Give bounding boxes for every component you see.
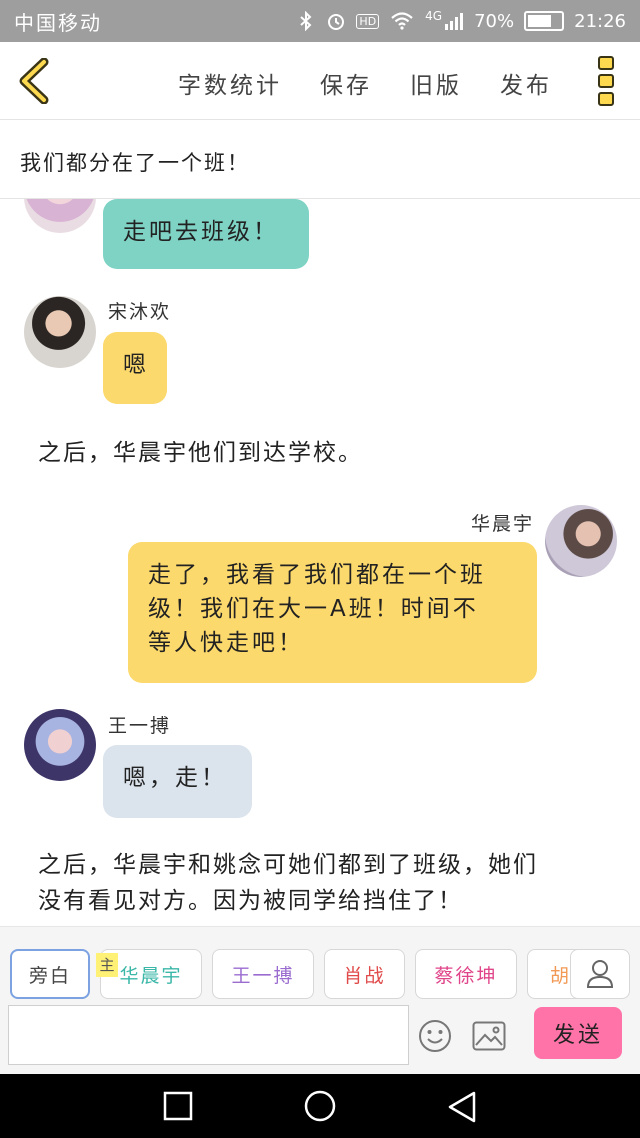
word-count-button[interactable]: 字数统计	[178, 66, 282, 100]
role-button[interactable]: 王一搏	[212, 949, 314, 999]
save-button[interactable]: 保存	[320, 66, 372, 100]
role-label: 王一搏	[231, 964, 295, 987]
narration-line: 之后，华晨宇和姚念可她们都到了班级，她们	[38, 852, 538, 878]
back-chevron-icon[interactable]	[16, 58, 56, 104]
bluetooth-icon	[300, 11, 312, 31]
publish-button[interactable]: 发布	[500, 66, 552, 100]
top-menu: 字数统计 保存 旧版 发布	[178, 66, 552, 100]
avatar[interactable]	[24, 296, 96, 368]
avatar[interactable]	[545, 505, 617, 577]
wifi-icon	[391, 12, 413, 30]
sender-name: 华晨宇	[471, 513, 535, 535]
nav-home-icon[interactable]	[303, 1090, 337, 1124]
sender-name: 王一搏	[108, 715, 172, 737]
nav-back-icon[interactable]	[446, 1090, 478, 1124]
send-button[interactable]: 发送	[534, 1007, 622, 1059]
compose-toolbar: 旁白 华晨宇 主 王一搏 肖战 蔡徐坤 胡 发送	[0, 926, 640, 1074]
role-narrator-button[interactable]: 旁白	[10, 949, 90, 999]
more-icon[interactable]	[598, 56, 618, 106]
role-label: 华晨宇	[119, 964, 183, 987]
alarm-icon	[328, 14, 345, 30]
message-line: 级！我们在大一A班！时间不	[148, 596, 479, 622]
narration-text[interactable]: 之后，华晨宇他们到达学校。	[38, 435, 363, 471]
carrier-label: 中国移动	[14, 10, 102, 35]
top-bar: 字数统计 保存 旧版 发布	[0, 42, 640, 120]
message-input[interactable]	[8, 1005, 409, 1065]
status-bar: 中国移动 HD 4G 70% 21:26	[0, 0, 640, 42]
message-line: 走了，我看了我们都在一个班	[148, 562, 486, 588]
emoji-icon[interactable]	[418, 1019, 452, 1053]
chapter-title[interactable]: 我们都分在了一个班！	[0, 121, 640, 199]
message-bubble[interactable]: 走了，我看了我们都在一个班 级！我们在大一A班！时间不 等人快走吧！	[128, 542, 537, 683]
role-label: 肖战	[343, 964, 386, 987]
role-button[interactable]: 蔡徐坤	[415, 949, 517, 999]
message-bubble[interactable]: 嗯，走！	[103, 745, 252, 818]
battery-icon	[524, 11, 565, 31]
role-label: 胡	[550, 964, 572, 987]
avatar[interactable]	[24, 709, 96, 781]
narration-text[interactable]: 之后，华晨宇和姚念可她们都到了班级，她们 没有看见对方。因为被同学给挡住了！	[38, 847, 538, 919]
battery-percent: 70%	[474, 10, 515, 32]
add-role-button[interactable]	[570, 949, 630, 999]
sender-name: 宋沐欢	[108, 301, 172, 323]
message-bubble[interactable]: 嗯	[103, 332, 167, 404]
clock: 21:26	[574, 10, 626, 32]
narration-line: 没有看见对方。因为被同学给挡住了！	[38, 888, 463, 914]
hd-badge: HD	[356, 13, 380, 29]
image-icon[interactable]	[472, 1021, 506, 1051]
message-line: 等人快走吧！	[148, 630, 304, 656]
user-icon	[586, 960, 614, 988]
battery-fill	[528, 15, 551, 27]
role-button[interactable]: 肖战	[324, 949, 405, 999]
chat-area[interactable]: 走吧去班级！ 宋沐欢 嗯 之后，华晨宇他们到达学校。 华晨宇 走了，我看了我们都…	[0, 199, 640, 926]
nav-recent-icon[interactable]	[162, 1090, 194, 1122]
system-nav-bar	[0, 1074, 640, 1138]
role-label: 蔡徐坤	[434, 964, 498, 987]
network-label: 4G	[425, 9, 443, 23]
avatar[interactable]	[24, 199, 96, 233]
signal-icon	[445, 13, 464, 30]
role-label: 旁白	[28, 964, 71, 987]
old-version-button[interactable]: 旧版	[410, 66, 462, 100]
message-bubble[interactable]: 走吧去班级！	[103, 199, 309, 269]
main-role-tag: 主	[96, 953, 118, 977]
